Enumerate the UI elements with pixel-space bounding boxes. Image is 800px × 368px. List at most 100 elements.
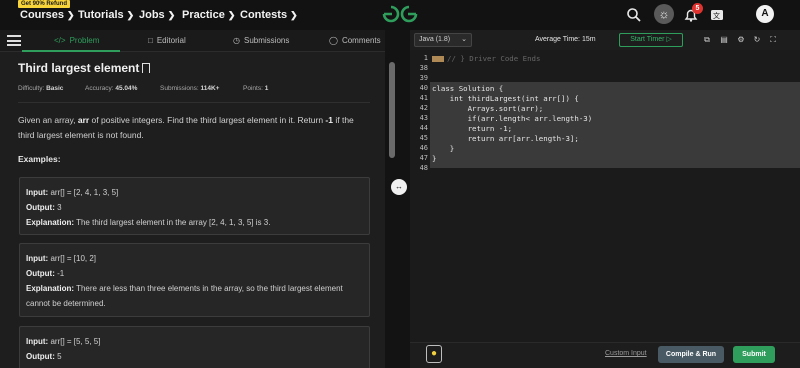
output-label: Output: [26, 352, 55, 361]
input-value: arr[] = [10, 2] [50, 254, 97, 263]
explanation-value: There are less than three elements in th… [26, 284, 343, 308]
line-number: 46 [419, 144, 428, 152]
nav-tutorials[interactable]: Tutorials ❯ [78, 9, 134, 21]
example-input-row: Input: arr[] = [10, 2] [26, 251, 363, 266]
avatar[interactable]: A [756, 5, 774, 23]
code-area[interactable]: // } Driver Code Ends class Solution { i… [430, 52, 800, 368]
tab-editorial[interactable]: □ Editorial [148, 36, 186, 45]
tab-submissions-label: Submissions [243, 36, 290, 45]
code-editor-panel: Java (1.8) ⌄ Average Time: 15m Start Time… [410, 30, 800, 368]
submissions-value: 114K+ [200, 85, 220, 92]
code-line-1[interactable]: // } Driver Code Ends [432, 54, 540, 63]
code-line-42[interactable]: Arrays.sort(arr); [432, 104, 544, 113]
examples-heading: Examples: [18, 154, 61, 164]
chevron-down-icon: ❯ [227, 10, 236, 20]
output-label: Output: [26, 203, 55, 212]
lightbulb-icon[interactable]: ● [426, 345, 442, 363]
copy-icon[interactable]: ⧉ [702, 35, 712, 45]
resize-handle-icon[interactable]: ↔ [391, 179, 407, 195]
output-value: 5 [57, 352, 62, 361]
difficulty-label: Difficulty: [18, 85, 45, 92]
desc-text: of positive integers. Find the third lar… [89, 115, 326, 125]
explanation-label: Explanation: [26, 284, 75, 293]
bookmark-icon[interactable] [142, 63, 151, 73]
clock-icon: ◷ [233, 36, 240, 45]
code-line-41[interactable]: int thirdLargest(int arr[]) { [432, 94, 579, 103]
output-label: Output: [26, 269, 55, 278]
expand-icon[interactable]: ▤ [719, 35, 729, 45]
code-icon: </> [54, 36, 66, 45]
input-label: Input: [26, 188, 49, 197]
example-output-row: Output: -1 [26, 266, 363, 281]
promo-badge[interactable]: Get 90% Refund [18, 0, 71, 8]
points-label: Points: [243, 85, 263, 92]
language-value: Java (1.8) [419, 36, 451, 43]
divider [18, 102, 370, 103]
code-line-43[interactable]: if(arr.length< arr.length-3) [432, 114, 593, 123]
page-title: Third largest element [18, 61, 140, 75]
difficulty-meta: Difficulty: Basic [18, 85, 63, 92]
accuracy-value: 45.04% [115, 85, 138, 92]
example-box: Input: arr[] = [5, 5, 5] Output: 5 [19, 326, 370, 368]
example-box: Input: arr[] = [2, 4, 1, 3, 5] Output: 3… [19, 177, 370, 235]
chevron-down-icon: ⌄ [461, 36, 467, 43]
chevron-down-icon: ❯ [167, 10, 176, 20]
compile-run-button[interactable]: Compile & Run [658, 346, 724, 363]
submit-button[interactable]: Submit [733, 346, 775, 363]
code-line-46[interactable]: } [432, 144, 454, 153]
points-meta: Points: 1 [243, 85, 268, 92]
custom-input-link[interactable]: Custom Input [605, 350, 647, 357]
fold-marker-icon[interactable] [432, 56, 444, 62]
example-output-row: Output: 5 [26, 349, 363, 364]
book-icon: □ [148, 36, 153, 45]
tab-comments-label: Comments [341, 36, 381, 45]
input-label: Input: [26, 254, 49, 263]
nav-courses-label: Courses [20, 9, 65, 21]
menu-icon[interactable] [7, 35, 21, 46]
nav-contests[interactable]: Contests ❯ [240, 9, 298, 21]
submissions-meta: Submissions: 114K+ [160, 85, 219, 92]
submissions-label: Submissions: [160, 85, 199, 92]
code-line-44[interactable]: return -1; [432, 124, 513, 133]
gfg-logo-icon[interactable] [380, 3, 420, 25]
line-number: 41 [419, 94, 428, 102]
code-line-47[interactable]: } [432, 154, 436, 163]
output-value: -1 [57, 269, 65, 278]
theme-toggle-icon[interactable]: ☼ [654, 4, 674, 24]
line-number: 45 [419, 134, 428, 142]
reset-icon[interactable]: ↻ [752, 35, 762, 45]
tab-problem[interactable]: </> Problem [54, 36, 99, 45]
example-box: Input: arr[] = [10, 2] Output: -1 Explan… [19, 243, 370, 317]
nav-practice[interactable]: Practice ❯ [182, 9, 235, 21]
desc-text: Given an array, [18, 115, 78, 125]
top-navbar: Get 90% Refund Courses ❯ Tutorials ❯ Jobs ❯… [0, 0, 800, 30]
nav-courses[interactable]: Courses ❯ [20, 9, 75, 21]
language-select[interactable]: Java (1.8) ⌄ [414, 33, 472, 47]
line-number: 43 [419, 114, 428, 122]
line-number: 1 [423, 54, 428, 62]
svg-text:文: 文 [713, 11, 720, 20]
code-line-45[interactable]: return arr[arr.length-3]; [432, 134, 579, 143]
example-input-row: Input: arr[] = [5, 5, 5] [26, 334, 363, 349]
code-line-40[interactable]: class Solution { [432, 84, 503, 93]
nav-jobs[interactable]: Jobs ❯ [139, 9, 175, 21]
settings-icon[interactable]: ⚙ [736, 35, 746, 45]
start-timer-button[interactable]: Start Timer ▷ [619, 33, 683, 47]
nav-practice-label: Practice [182, 9, 225, 21]
example-explanation-row: Explanation: The third largest element i… [26, 215, 363, 230]
explanation-value: The third largest element in the array [… [76, 218, 271, 227]
tab-comments[interactable]: ◯ Comments [329, 36, 381, 45]
problem-tabbar: </> Problem □ Editorial ◷ Submissions ◯ Comm… [0, 30, 385, 52]
example-input-row: Input: arr[] = [2, 4, 1, 3, 5] [26, 185, 363, 200]
tab-submissions[interactable]: ◷ Submissions [233, 36, 289, 45]
line-number: 48 [419, 164, 428, 172]
accuracy-meta: Accuracy: 45.04% [85, 85, 137, 92]
input-value: arr[] = [5, 5, 5] [50, 337, 101, 346]
fullscreen-icon[interactable]: ⛶ [768, 35, 778, 45]
search-icon[interactable] [626, 7, 642, 23]
desc-bold: arr [77, 115, 90, 125]
translate-icon[interactable]: 文 [709, 7, 725, 23]
editor-bottom-bar: ● Custom Input Compile & Run Submit [410, 342, 800, 368]
problem-scrollbar[interactable] [389, 62, 395, 158]
chevron-down-icon: ❯ [126, 10, 135, 20]
